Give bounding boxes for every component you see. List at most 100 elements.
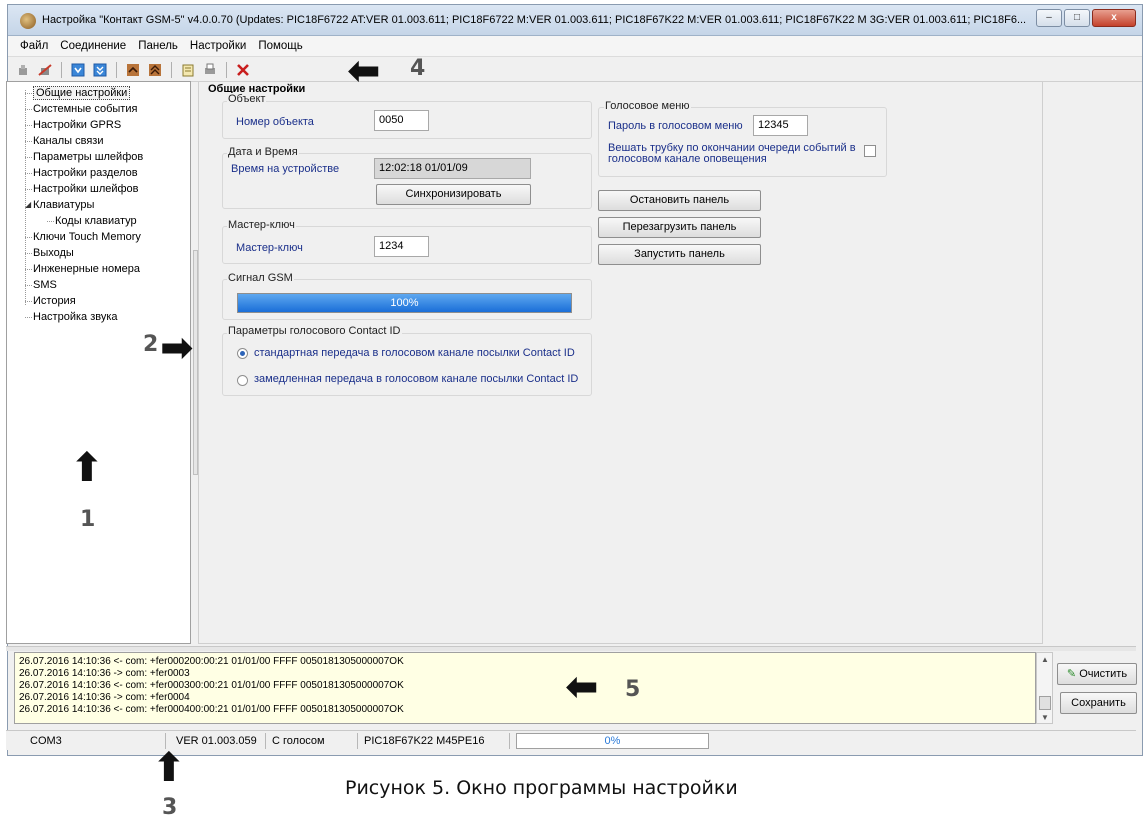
object-number-input[interactable]: 0050: [374, 110, 429, 131]
arrow-right-icon: ➡: [160, 325, 194, 371]
master-key-group-label: Мастер-ключ: [227, 219, 296, 231]
maximize-button[interactable]: □: [1064, 9, 1090, 27]
object-group-label: Объект: [227, 93, 267, 105]
scroll-thumb[interactable]: [1039, 696, 1051, 710]
arrow-left-icon: ⬅: [347, 48, 381, 94]
restart-panel-button[interactable]: Перезагрузить панель: [598, 217, 761, 238]
contact-id-group: [222, 333, 592, 396]
gsm-signal-text: 100%: [390, 297, 419, 309]
tree-item-partitions[interactable]: Настройки разделов: [7, 165, 190, 181]
clear-icon: ✎: [1066, 668, 1077, 680]
scroll-down-icon[interactable]: ▼: [1041, 713, 1049, 722]
callout-4: 4: [410, 56, 426, 81]
master-key-label: Мастер-ключ: [236, 242, 303, 254]
tree-item-channels[interactable]: Каналы связи: [7, 133, 190, 149]
delete-icon[interactable]: [234, 61, 252, 79]
menu-help[interactable]: Помощь: [256, 40, 304, 52]
status-progress: 0%: [516, 733, 709, 749]
collapse-arrow-icon[interactable]: ◢: [25, 197, 31, 213]
callout-1: 1: [80, 507, 96, 532]
cid-standard-radio[interactable]: [237, 348, 248, 359]
status-voice: С голосом: [268, 733, 358, 749]
menu-connection[interactable]: Соединение: [58, 40, 128, 52]
log-line: 26.07.2016 14:10:36 <- com: +fer000300:0…: [19, 680, 404, 691]
tree-item-general[interactable]: Общие настройки: [7, 85, 190, 101]
save-log-button[interactable]: Сохранить: [1060, 692, 1137, 714]
tree-item-sound[interactable]: Настройка звука: [7, 309, 190, 325]
down-icon[interactable]: [146, 61, 164, 79]
device-time-field: 12:02:18 01/01/09: [374, 158, 531, 179]
cid-standard-label[interactable]: стандартная передача в голосовом канале …: [254, 347, 575, 359]
master-key-input[interactable]: 1234: [374, 236, 429, 257]
tree-item-keypads[interactable]: ◢ Клавиатуры: [7, 197, 190, 213]
title-bar: Настройка "Контакт GSM-5" v4.0.0.70 (Upd…: [8, 5, 1142, 36]
toolbar-separator: [171, 61, 172, 78]
arrow-up-icon: ⬆: [152, 745, 186, 791]
tree-item-sms[interactable]: SMS: [7, 277, 190, 293]
stop-panel-button[interactable]: Остановить панель: [598, 190, 761, 211]
write-icon[interactable]: [91, 61, 109, 79]
horizontal-splitter[interactable]: [6, 646, 1136, 651]
up-icon[interactable]: [124, 61, 142, 79]
gsm-signal-group-label: Сигнал GSM: [227, 272, 294, 284]
hangup-checkbox[interactable]: [864, 145, 876, 157]
toolbar-separator: [226, 61, 227, 78]
tree-item-loop-params[interactable]: Параметры шлейфов: [7, 149, 190, 165]
menu-settings[interactable]: Настройки: [188, 40, 248, 52]
figure-caption: Рисунок 5. Окно программы настройки: [345, 777, 738, 799]
log-line: 26.07.2016 14:10:36 -> com: +fer0003: [19, 668, 190, 679]
tree-item-outputs[interactable]: Выходы: [7, 245, 190, 261]
hangup-label-line-2: голосовом канале оповещения: [608, 153, 767, 165]
status-port: COM3: [6, 733, 166, 749]
clear-button-label: Очистить: [1079, 668, 1128, 680]
hangup-label: Вешать трубку по окончании очереди событ…: [608, 143, 856, 165]
print-icon[interactable]: [201, 61, 219, 79]
voice-password-label: Пароль в голосовом меню: [608, 120, 743, 132]
log-scrollbar[interactable]: ▲ ▼: [1036, 652, 1053, 724]
callout-3: 3: [162, 795, 178, 820]
scroll-up-icon[interactable]: ▲: [1041, 655, 1049, 664]
tree-item-history[interactable]: История: [7, 293, 190, 309]
sync-button[interactable]: Синхронизировать: [376, 184, 531, 205]
device-time-label: Время на устройстве: [231, 163, 340, 175]
status-model: PIC18F67K22 M45PE16: [360, 733, 510, 749]
connect-icon[interactable]: [14, 61, 32, 79]
cid-slow-label[interactable]: замедленная передача в голосовом канале …: [254, 373, 578, 385]
log-console[interactable]: 26.07.2016 14:10:36 <- com: +fer000200:0…: [14, 652, 1036, 724]
tree-item-system-events[interactable]: Системные события: [7, 101, 190, 117]
voice-menu-group-label: Голосовое меню: [604, 100, 691, 112]
tree-item-label: Общие настройки: [33, 86, 131, 100]
cid-slow-radio[interactable]: [237, 375, 248, 386]
start-panel-button[interactable]: Запустить панель: [598, 244, 761, 265]
toolbar-separator: [61, 61, 62, 78]
tree-item-label: Клавиатуры: [33, 199, 95, 211]
log-line: 26.07.2016 14:10:36 -> com: +fer0004: [19, 692, 190, 703]
disconnect-icon[interactable]: [36, 61, 54, 79]
close-button[interactable]: x: [1092, 9, 1136, 27]
tree-item-gprs[interactable]: Настройки GPRS: [7, 117, 190, 133]
clear-log-button[interactable]: ✎ Очистить: [1057, 663, 1137, 685]
tree-item-loops[interactable]: Настройки шлейфов: [7, 181, 190, 197]
tree-item-engineer-numbers[interactable]: Инженерные номера: [7, 261, 190, 277]
log-line: 26.07.2016 14:10:36 <- com: +fer000200:0…: [19, 656, 404, 667]
menu-panel[interactable]: Панель: [136, 40, 180, 52]
copy-icon[interactable]: [179, 61, 197, 79]
read-icon[interactable]: [69, 61, 87, 79]
minimize-button[interactable]: –: [1036, 9, 1062, 27]
callout-5: 5: [625, 677, 641, 702]
menu-bar: Файл Соединение Панель Настройки Помощь: [8, 36, 1142, 57]
callout-2: 2: [143, 332, 159, 357]
datetime-group-label: Дата и Время: [227, 146, 299, 158]
window-title: Настройка "Контакт GSM-5" v4.0.0.70 (Upd…: [42, 14, 1027, 26]
arrow-left-icon: ⬅: [565, 664, 599, 710]
object-number-label: Номер объекта: [236, 116, 314, 128]
gsm-signal-bar: 100%: [237, 293, 572, 313]
status-version: VER 01.003.059: [172, 733, 266, 749]
tree-item-touch-memory[interactable]: Ключи Touch Memory: [7, 229, 190, 245]
log-line: 26.07.2016 14:10:36 <- com: +fer000400:0…: [19, 704, 404, 715]
toolbar-separator: [116, 61, 117, 78]
contact-id-group-label: Параметры голосового Contact ID: [227, 325, 402, 337]
tree-item-keypad-codes[interactable]: Коды клавиатур: [7, 213, 190, 229]
voice-password-input[interactable]: 12345: [753, 115, 808, 136]
menu-file[interactable]: Файл: [18, 40, 50, 52]
